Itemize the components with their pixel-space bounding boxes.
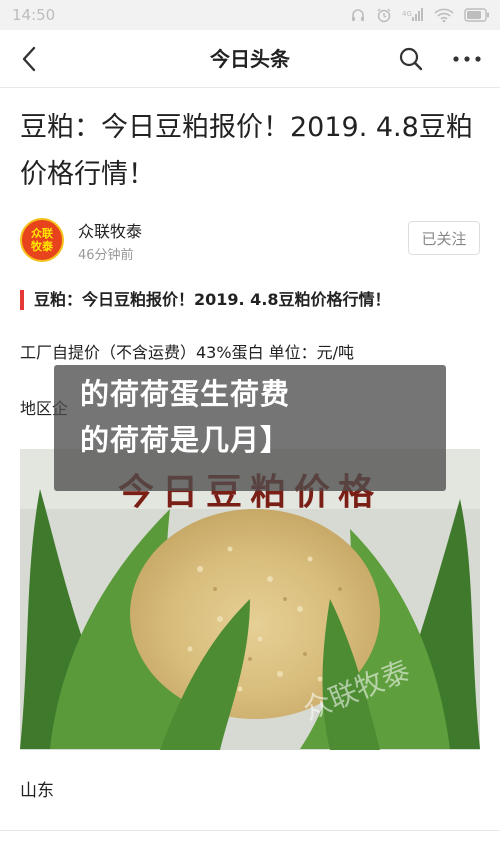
article-title: 豆粕：今日豆粕报价！2019. 4.8豆粕价格行情！ (20, 112, 473, 190)
avatar-text-top: 众联 (31, 227, 53, 240)
back-arrow-icon[interactable] (14, 44, 44, 74)
section-heading-text: 豆粕：今日豆粕报价！2019. 4.8豆粕价格行情！ (34, 290, 391, 309)
more-icon[interactable] (450, 44, 484, 74)
status-icons: 4G (350, 7, 490, 23)
avatar-text-bottom: 牧泰 (31, 240, 53, 253)
signal-icon: 4G (402, 7, 424, 23)
alarm-icon (376, 7, 392, 23)
headphone-icon (350, 7, 366, 23)
follow-button[interactable]: 已关注 (408, 221, 480, 255)
publish-time: 46分钟前 (78, 248, 134, 263)
search-icon[interactable] (396, 44, 426, 74)
author-row: 众联 牧泰 众联牧泰 46分钟前 已关注 (20, 214, 480, 266)
overlay-banner: 的荷荷蛋生荷费 的荷荷是几月】 (54, 365, 446, 491)
location-text: 山东 (20, 781, 54, 801)
wifi-icon (434, 7, 454, 23)
article-image[interactable]: 今日豆粕价格 众联牧泰 (20, 449, 480, 750)
battery-icon (464, 8, 490, 22)
status-bar: 14:50 4G (0, 0, 500, 30)
svg-text:4G: 4G (402, 10, 412, 18)
bottom-bar (0, 830, 500, 853)
nav-bar: 今日头条 (0, 30, 500, 88)
section-heading: 豆粕：今日豆粕报价！2019. 4.8豆粕价格行情！ (20, 288, 480, 312)
status-time: 14:50 (12, 6, 56, 24)
overlay-line-2: 的荷荷是几月】 (80, 423, 291, 457)
paragraph-price-note: 工厂自提价（不含运费）43%蛋白 单位：元/吨 (20, 343, 355, 362)
overlay-line-1: 的荷荷蛋生荷费 (80, 377, 291, 411)
section-accent-bar (20, 290, 24, 310)
author-name[interactable]: 众联牧泰 (78, 218, 142, 242)
avatar[interactable]: 众联 牧泰 (20, 218, 64, 262)
